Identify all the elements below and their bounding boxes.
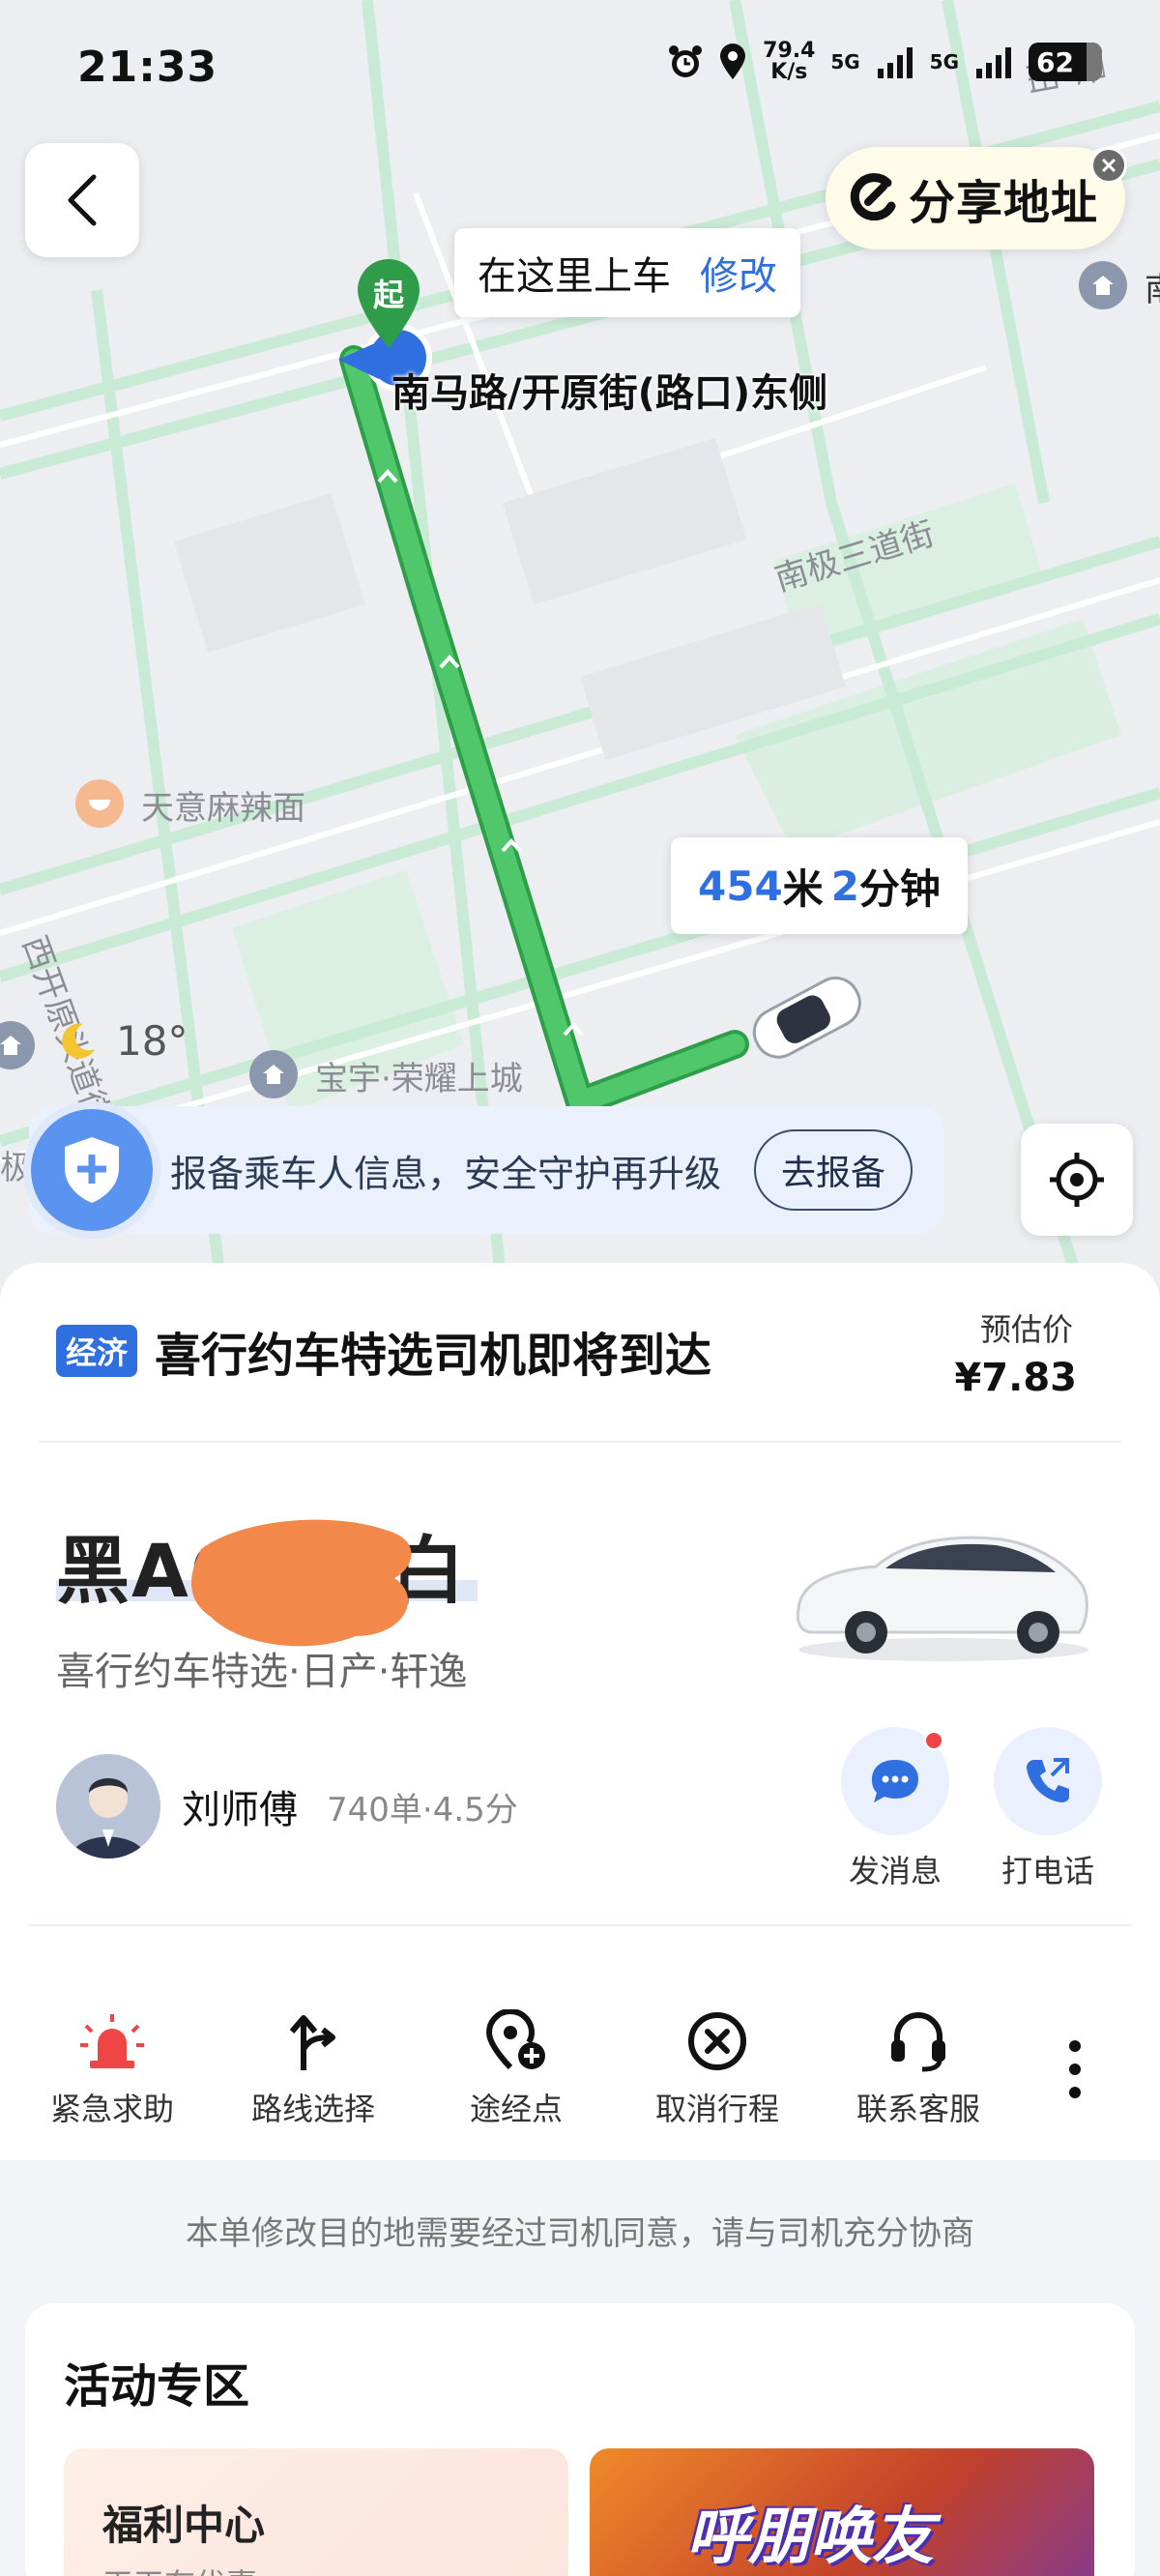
shield-icon xyxy=(31,1109,153,1231)
alarm-icon xyxy=(666,43,705,81)
divider xyxy=(29,1924,1131,1926)
call-label: 打电话 xyxy=(1000,1853,1094,1889)
order-status-title: 喜行约车特选司机即将到达 xyxy=(155,1329,712,1383)
message-label: 发消息 xyxy=(848,1853,942,1889)
temperature: 18° xyxy=(116,1017,188,1065)
activity-title: 活动专区 xyxy=(64,2359,250,2414)
report-button[interactable]: 去报备 xyxy=(753,1129,913,1211)
call-button[interactable]: 打电话 xyxy=(990,1727,1106,1891)
share-logo-icon xyxy=(850,173,896,221)
tool-label: 途经点 xyxy=(469,2091,563,2127)
customer-service-button[interactable]: 联系客服 xyxy=(831,2004,1005,2129)
promo-banner-card[interactable]: 呼朋唤友 xyxy=(590,2448,1094,2576)
status-bar: 21:33 79.4 K/s 5G 5G 62 xyxy=(0,0,1160,135)
pickup-bubble[interactable]: 在这里上车 修改 xyxy=(454,228,800,317)
eta-distance: 454 xyxy=(698,862,783,910)
unread-dot xyxy=(924,1731,943,1750)
driver-name: 刘师傅 xyxy=(182,1788,298,1832)
share-address-button[interactable]: 分享地址 xyxy=(826,147,1125,249)
driver-stats: 740单·4.5分 xyxy=(327,1790,518,1830)
residence-poi-icon-2[interactable] xyxy=(1079,261,1127,309)
sim1-label: 5G xyxy=(830,50,860,73)
activity-section: 活动专区 福利中心 天天有优惠 呼朋唤友 xyxy=(25,2303,1135,2576)
ride-tracking-page: 起 南极三道街 西开原头道街 景阳 南 极 天意麻辣面 宝宇·荣耀上城 xyxy=(0,0,1160,2576)
chevron-left-icon xyxy=(68,174,97,226)
signal-icon xyxy=(877,45,916,78)
net-speed: 79.4 K/s xyxy=(763,39,816,84)
clock: 21:33 xyxy=(77,43,218,92)
destination-change-notice: 本单修改目的地需要经过司机同意，请与司机充分协商 xyxy=(186,2214,974,2253)
ride-type-tag: 经济 xyxy=(56,1325,138,1377)
poi-label-noodle[interactable]: 天意麻辣面 xyxy=(141,781,305,829)
welfare-center-card[interactable]: 福利中心 天天有优惠 xyxy=(64,2448,568,2576)
divider xyxy=(39,1441,1121,1443)
poi-label-residence[interactable]: 宝宇·荣耀上城 xyxy=(315,1052,523,1099)
tool-label: 取消行程 xyxy=(654,2091,779,2127)
cancel-circle-icon xyxy=(630,2004,804,2079)
noodle-poi-icon[interactable] xyxy=(75,779,124,828)
welfare-center-title: 福利中心 xyxy=(102,2502,266,2549)
start-marker: 起 xyxy=(354,257,423,350)
waypoint-button[interactable]: 途经点 xyxy=(429,2004,603,2129)
tool-label: 紧急求助 xyxy=(49,2091,174,2127)
sim2-label: 5G xyxy=(929,50,959,73)
more-options-icon[interactable] xyxy=(1063,2038,1087,2104)
driver-car-icon xyxy=(733,963,878,1073)
pickup-location-name: 南马路/开原街(路口)东侧 xyxy=(392,371,828,416)
locate-me-button[interactable] xyxy=(1021,1124,1133,1236)
route-split-icon xyxy=(226,2004,400,2079)
siren-icon xyxy=(25,2004,199,2079)
driver-avatar[interactable] xyxy=(56,1754,160,1859)
car-model: 喜行约车特选·日产·轩逸 xyxy=(56,1650,468,1694)
map-view[interactable]: 起 南极三道街 西开原头道街 景阳 南 极 天意麻辣面 宝宇·荣耀上城 xyxy=(0,0,1160,1296)
price-label: 预估价 xyxy=(979,1311,1073,1348)
car-image xyxy=(796,1536,1088,1661)
battery-indicator: 62 xyxy=(1029,43,1102,81)
license-plate: 黑AC 白 xyxy=(56,1519,478,1647)
driver-info[interactable]: 刘师傅 740单·4.5分 xyxy=(56,1754,518,1859)
order-sheet: 经济 喜行约车特选司机即将到达 预估价 ¥7.83 黑AC 白 喜行约车特选·日产… xyxy=(0,1263,1160,2160)
edge-label-left: 极 xyxy=(0,1149,33,1187)
eta-minutes: 2 xyxy=(830,862,859,910)
action-toolbar: 紧急求助 路线选择 途经点 取消行程 联系客服 xyxy=(0,1963,1160,2127)
emergency-button[interactable]: 紧急求助 xyxy=(25,2004,199,2129)
pickup-prompt: 在这里上车 xyxy=(478,254,671,299)
phone-icon xyxy=(1027,1758,1069,1802)
back-button[interactable] xyxy=(25,143,139,257)
promo-banner-text: 呼朋唤友 xyxy=(686,2502,934,2573)
waypoint-add-icon xyxy=(429,2004,603,2079)
close-icon[interactable] xyxy=(1090,147,1127,184)
safety-banner[interactable]: 报备乘车人信息，安全守护再升级 去报备 xyxy=(29,1106,943,1234)
tool-label: 路线选择 xyxy=(250,2091,375,2127)
chat-bubble-icon xyxy=(872,1760,918,1802)
signal-icon-2 xyxy=(976,45,1015,78)
headset-icon xyxy=(831,2004,1005,2079)
route-choice-button[interactable]: 路线选择 xyxy=(226,2004,400,2129)
residence-poi-icon[interactable] xyxy=(249,1050,298,1098)
welfare-center-subtitle: 天天有优惠 xyxy=(102,2561,257,2576)
weather-widget: 18° xyxy=(54,1017,188,1065)
eta-bubble: 454 米 2 分钟 xyxy=(671,837,968,934)
eta-distance-unit: 米 xyxy=(782,864,824,913)
eta-minutes-unit: 分钟 xyxy=(858,864,941,913)
estimated-price[interactable]: ¥7.83 xyxy=(954,1356,1077,1400)
safety-text: 报备乘车人信息，安全守护再升级 xyxy=(170,1152,722,1195)
message-button[interactable]: 发消息 xyxy=(837,1727,953,1891)
share-address-label: 分享地址 xyxy=(909,176,1099,230)
tool-label: 联系客服 xyxy=(856,2091,980,2127)
cancel-trip-button[interactable]: 取消行程 xyxy=(630,2004,804,2129)
edge-label-right: 南 xyxy=(1145,263,1160,310)
crosshair-icon xyxy=(1050,1153,1104,1207)
redaction-mark xyxy=(191,1519,412,1647)
pickup-edit-link[interactable]: 修改 xyxy=(700,245,777,301)
moon-icon xyxy=(62,1023,95,1059)
location-icon xyxy=(718,43,747,81)
